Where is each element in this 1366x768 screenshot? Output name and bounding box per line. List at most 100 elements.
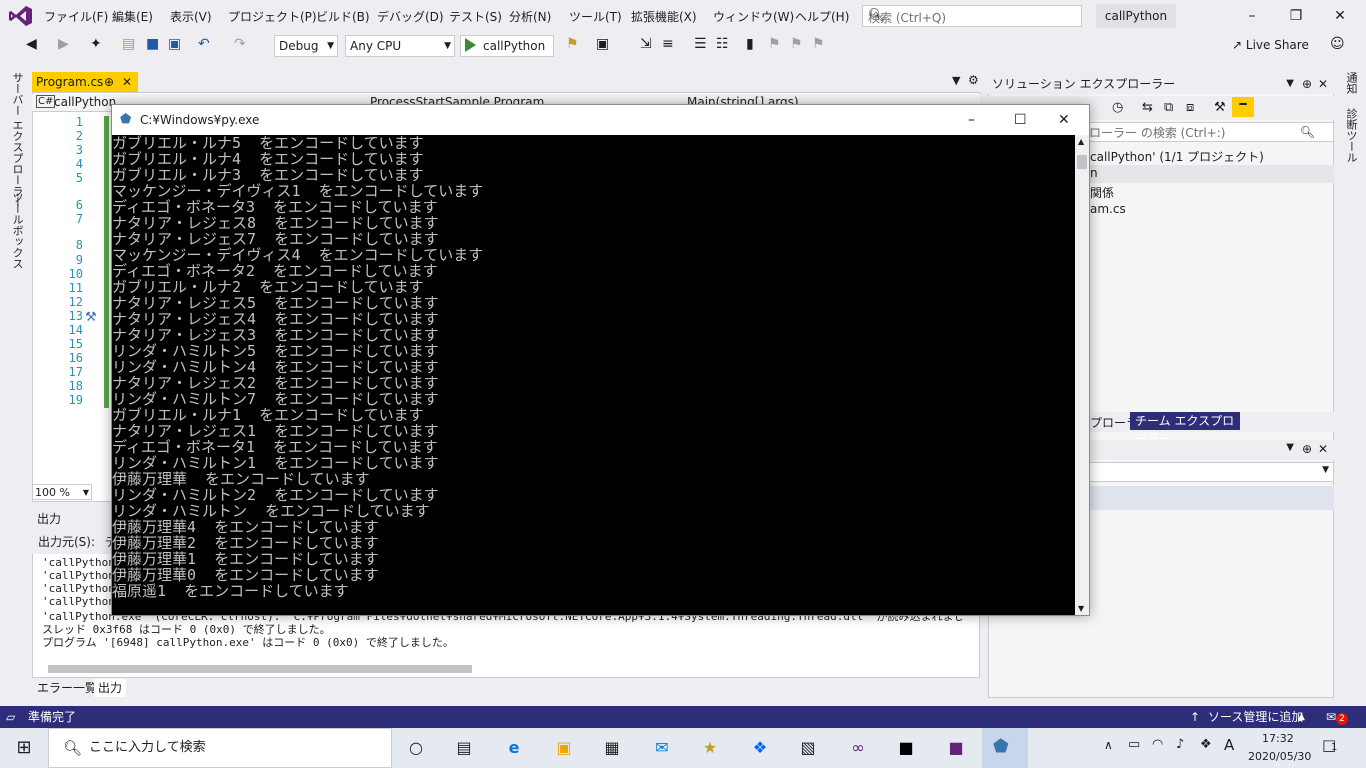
wifi-icon[interactable]: ◠	[1152, 737, 1163, 752]
dropbox-tray-icon[interactable]: ❖	[1200, 737, 1212, 752]
solution-node[interactable]: callPython' (1/1 プロジェクト)	[1090, 148, 1264, 165]
breakpoint-tool-icon[interactable]: ⚑	[566, 36, 579, 52]
tab-output[interactable]: 出力	[94, 679, 127, 697]
server-explorer-tab[interactable]: サーバー エクスプローラー	[9, 72, 25, 208]
restore-icon[interactable]: ❐	[1276, 4, 1316, 28]
history-icon[interactable]: ◷	[1112, 100, 1123, 115]
menu-debug[interactable]: デバッグ(D)	[377, 8, 444, 25]
uncomment-icon[interactable]: ☷	[716, 36, 729, 52]
source-control-button[interactable]: ソース管理に追加	[1208, 706, 1303, 728]
screwdriver-icon[interactable]: ⚒	[85, 310, 97, 325]
edge-icon[interactable]: e	[502, 736, 526, 760]
diagnostics-tab[interactable]: 診断ツール	[1343, 108, 1359, 163]
scroll-thumb[interactable]	[1077, 155, 1087, 169]
pin-icon[interactable]: ⊕	[104, 72, 114, 92]
menu-edit[interactable]: 編集(E)	[112, 8, 153, 25]
store-icon[interactable]: ▦	[600, 736, 624, 760]
menu-view[interactable]: 表示(V)	[170, 8, 212, 25]
preview-icon[interactable]: ━	[1232, 97, 1254, 117]
search-box[interactable]: 検索 (Ctrl+Q) 🔍︎	[862, 5, 1082, 27]
save-all-icon[interactable]: ▣	[168, 36, 181, 52]
scroll-down-icon[interactable]: ▼	[1078, 604, 1084, 613]
dependencies-node[interactable]: 関係	[1090, 184, 1114, 201]
app-icon[interactable]: ★	[698, 736, 722, 760]
close-icon[interactable]: ✕	[1058, 105, 1070, 135]
toolbox-tab[interactable]: ツールボックス	[9, 192, 25, 269]
minimize-icon[interactable]: –	[968, 105, 975, 135]
battery-icon[interactable]: ▭	[1128, 737, 1140, 752]
mail-icon[interactable]: ✉	[650, 736, 674, 760]
menu-tools[interactable]: ツール(T)	[569, 8, 622, 25]
menu-test[interactable]: テスト(S)	[449, 8, 502, 25]
pin-icon[interactable]: ⊕	[1302, 442, 1312, 456]
minimize-icon[interactable]: –	[1232, 4, 1272, 28]
taskbar-search[interactable]: 🔍︎ ここに入力して検索	[48, 728, 392, 768]
photo-app-icon[interactable]: ▧	[796, 736, 820, 760]
menu-help[interactable]: ヘルプ(H)	[795, 8, 849, 25]
live-share-button[interactable]: ↗ Live Share	[1232, 38, 1309, 52]
clock-date[interactable]: 2020/05/30	[1248, 750, 1311, 763]
close-tab-icon[interactable]: ✕	[122, 72, 132, 92]
bookmark-icon[interactable]: ▮	[746, 36, 754, 52]
pin-icon[interactable]: ⊕	[1302, 74, 1312, 94]
forward-icon[interactable]: ▶	[58, 36, 69, 52]
sync-icon[interactable]: ⇆	[1142, 100, 1153, 115]
feedback-icon[interactable]: ☺	[1330, 36, 1345, 52]
tray-chevron-icon[interactable]: ∧	[1104, 738, 1113, 752]
step-icon[interactable]: ⇲	[640, 36, 652, 52]
scroll-up-icon[interactable]: ▲	[1078, 137, 1084, 146]
tab-error-list[interactable]: エラー一覧	[33, 679, 101, 697]
collapse-icon[interactable]: ⧉	[1164, 100, 1173, 115]
prev-bookmark-icon[interactable]: ⚑	[768, 36, 781, 52]
volume-icon[interactable]: ♪	[1176, 737, 1184, 752]
console-vertical-scrollbar[interactable]: ▲ ▼	[1075, 135, 1089, 615]
clear-bookmarks-icon[interactable]: ⚑	[812, 36, 825, 52]
tab-team-explorer[interactable]: チーム エクスプローラー	[1130, 412, 1240, 446]
tab-program-cs[interactable]: Program.cs ⊕ ✕	[32, 72, 138, 92]
menu-build[interactable]: ビルド(B)	[316, 8, 370, 25]
close-icon[interactable]: ✕	[1318, 442, 1328, 456]
undo-icon[interactable]: ↶	[198, 36, 210, 52]
dropbox-icon[interactable]: ❖	[748, 736, 772, 760]
new-item-icon[interactable]: ✦	[90, 36, 102, 52]
output-horizontal-scrollbar[interactable]	[48, 665, 472, 673]
visual-studio-taskbar-icon[interactable]: ∞	[846, 736, 870, 760]
comment-icon[interactable]: ☰	[694, 36, 707, 52]
back-icon[interactable]: ◀	[26, 36, 37, 52]
menu-file[interactable]: ファイル(F)	[44, 8, 108, 25]
project-node[interactable]: n	[1090, 166, 1098, 180]
screenshot-icon[interactable]: ▣	[596, 36, 609, 52]
cortana-icon[interactable]: ○	[404, 736, 428, 760]
nav-project[interactable]: callPython	[54, 95, 116, 109]
wrench-icon[interactable]: ⚒	[1214, 100, 1226, 115]
terminal-icon[interactable]: ■	[894, 736, 918, 760]
bell-icon[interactable]: ✉	[1326, 706, 1336, 728]
indent-icon[interactable]: ≡	[662, 36, 674, 52]
config-select[interactable]: Debug ▼	[274, 35, 338, 57]
save-icon[interactable]: ■	[146, 36, 159, 52]
ime-indicator[interactable]: A	[1224, 736, 1234, 754]
menu-project[interactable]: プロジェクト(P)	[228, 8, 317, 25]
close-icon[interactable]: ✕	[1318, 74, 1328, 94]
notifications-tab[interactable]: 通知	[1343, 72, 1359, 94]
dropdown-icon[interactable]: ▼	[1286, 74, 1294, 94]
python-taskbar-button[interactable]: ⬟	[982, 728, 1028, 768]
menu-analyze[interactable]: 分析(N)	[509, 8, 551, 25]
maximize-icon[interactable]: ☐	[1014, 105, 1027, 135]
file-explorer-icon[interactable]: ▣	[552, 736, 576, 760]
platform-select[interactable]: Any CPU ▼	[345, 35, 455, 57]
menu-extensions[interactable]: 拡張機能(X)	[631, 8, 697, 25]
open-folder-icon[interactable]: ▤	[122, 36, 135, 52]
clock-time[interactable]: 17:32	[1262, 732, 1294, 745]
dropdown-icon[interactable]: ▼	[1286, 442, 1294, 453]
start-debug-button[interactable]: callPython	[460, 35, 554, 57]
tab-list-icon[interactable]: ▼	[952, 74, 960, 87]
console-title-bar[interactable]: ⬟ C:¥Windows¥py.exe – ☐ ✕	[112, 105, 1089, 135]
gear-icon[interactable]: ⚙	[968, 73, 979, 87]
task-view-icon[interactable]: ▤	[452, 736, 476, 760]
zoom-select[interactable]: 100 % ▼	[32, 484, 92, 500]
close-icon[interactable]: ✕	[1320, 4, 1360, 28]
windows-start-icon[interactable]: ⊞	[12, 736, 36, 760]
console-app-icon[interactable]: ■	[944, 736, 968, 760]
show-all-icon[interactable]: ⧈	[1186, 100, 1194, 115]
